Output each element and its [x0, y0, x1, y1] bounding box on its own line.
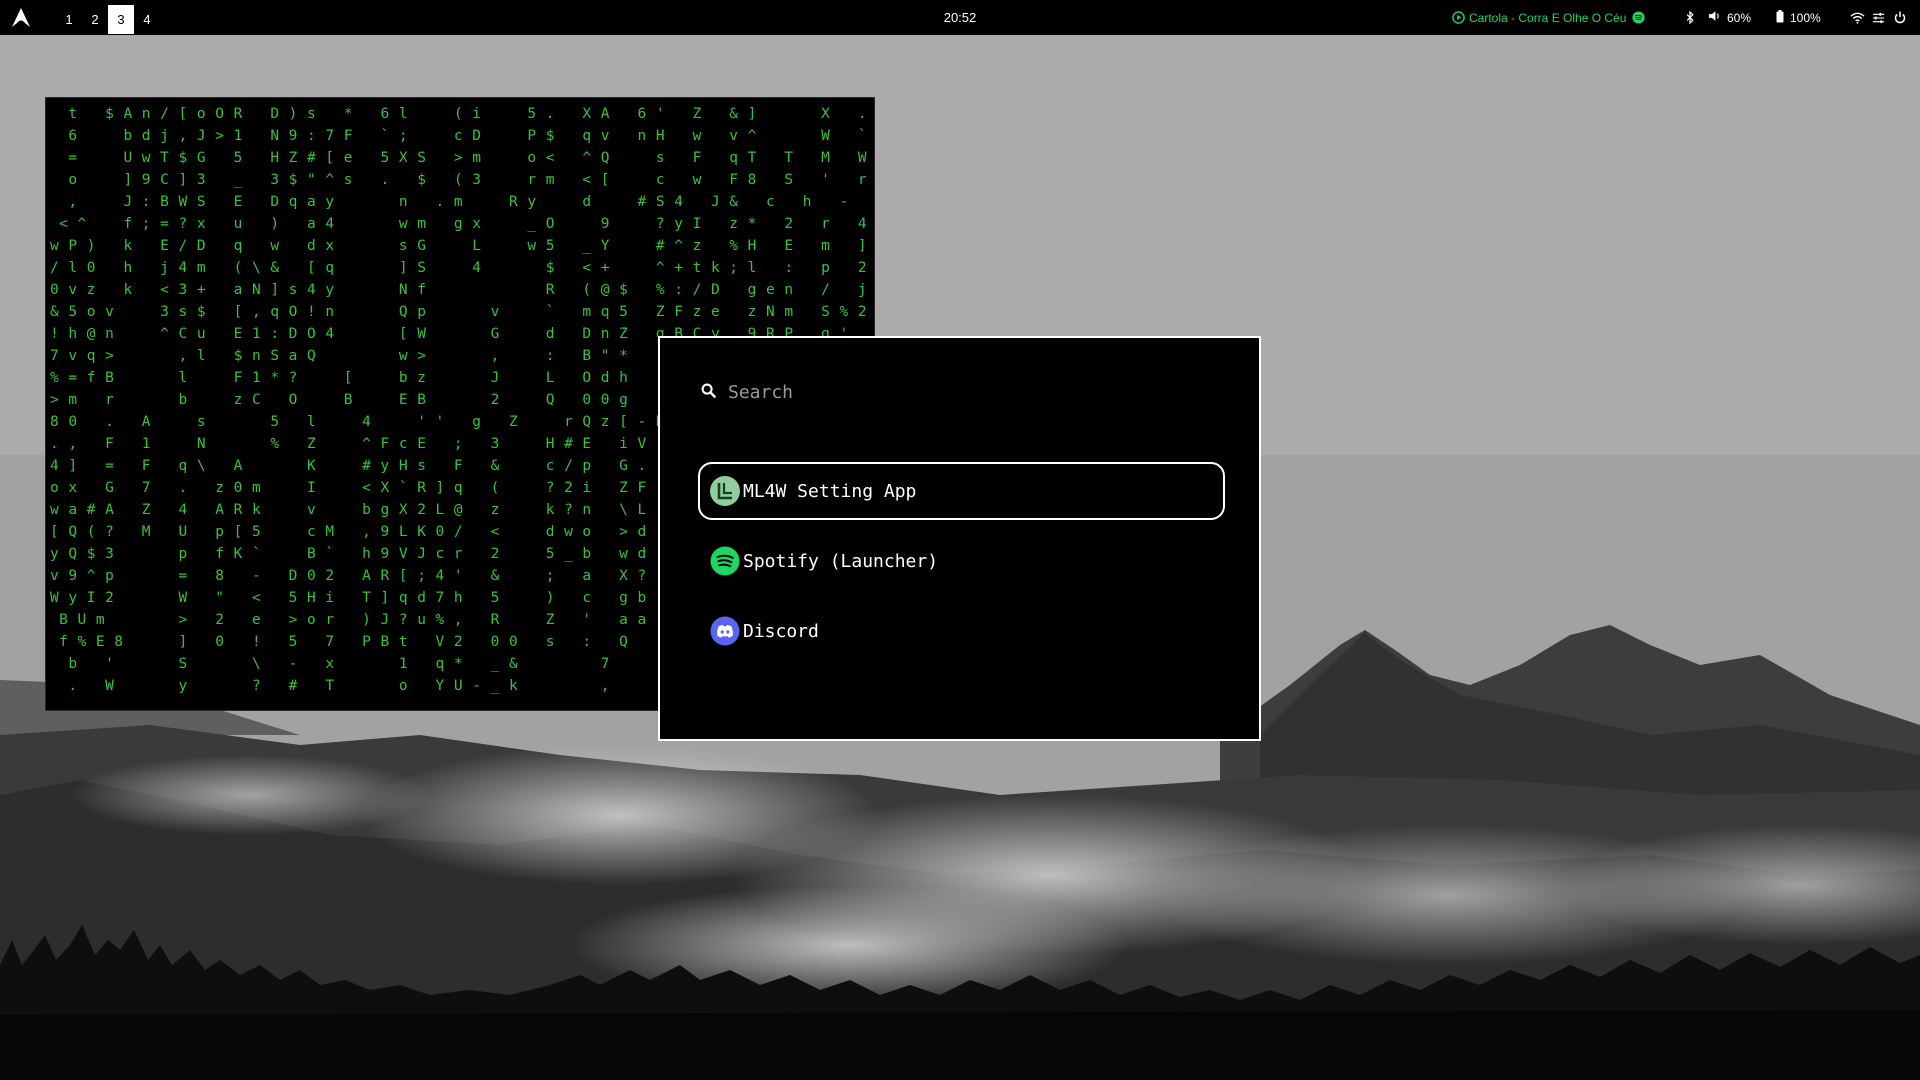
workspace-3[interactable]: 3 — [108, 5, 134, 34]
app-entry-spotify[interactable]: Spotify (Launcher) — [698, 532, 1225, 590]
app-list: ML4W Setting App Spotify (Launcher) Disc… — [698, 462, 1225, 672]
app-entry-discord[interactable]: Discord — [698, 602, 1225, 660]
spotify-icon — [710, 546, 740, 576]
media-title: Cartola - Corra E Olhe O Céu — [1469, 10, 1627, 25]
speaker-icon — [1708, 10, 1721, 25]
bluetooth-icon[interactable] — [1685, 0, 1695, 35]
terminal-line: / l 0 h j 4 m ( \ & [ q ] S 4 $ < + ^ + … — [50, 260, 867, 276]
discord-icon — [710, 616, 740, 646]
search-input[interactable] — [726, 380, 1190, 404]
wifi-icon[interactable] — [1850, 0, 1865, 35]
terminal-line: < ^ f ; = ? x u ) a 4 w m g x _ O 9 ? y … — [50, 216, 867, 232]
terminal-line: 0 v z k < 3 + a N ] s 4 y N f R ( @ $ % … — [50, 282, 867, 298]
clock[interactable]: 20:52 — [940, 0, 980, 35]
ml4w-settings-icon — [710, 476, 740, 506]
search-bar — [701, 380, 1190, 404]
workspace-switcher: 1 2 3 4 — [56, 5, 160, 34]
app-entry-label: Discord — [743, 620, 819, 642]
terminal-line: t $ A n / [ o O R D ) s * 6 l ( i 5 . X … — [50, 106, 867, 122]
power-icon[interactable] — [1894, 0, 1906, 35]
app-entry-label: ML4W Setting App — [743, 480, 917, 502]
volume-control[interactable]: 60% — [1708, 0, 1751, 35]
battery-icon — [1776, 9, 1784, 26]
media-player[interactable]: Cartola - Corra E Olhe O Céu — [1452, 0, 1645, 35]
spotify-icon — [1632, 11, 1645, 24]
search-icon — [701, 383, 716, 402]
arch-linux-icon[interactable] — [10, 7, 32, 29]
app-entry-ml4w-settings[interactable]: ML4W Setting App — [698, 462, 1225, 520]
workspace-4[interactable]: 4 — [134, 5, 160, 34]
top-bar: 1 2 3 4 20:52 Cartola - Corra E Olhe O C… — [0, 0, 1920, 35]
app-launcher: ML4W Setting App Spotify (Launcher) Disc… — [658, 336, 1261, 741]
terminal-line: , J : B W S E D q a y n . m R y d # S 4 … — [50, 194, 849, 210]
workspace-1[interactable]: 1 — [56, 5, 82, 34]
terminal-line: w P ) k E / D q w d x s G L w 5 _ Y # ^ … — [50, 238, 867, 254]
app-entry-label: Spotify (Launcher) — [743, 550, 939, 572]
battery-level: 100% — [1790, 10, 1821, 25]
terminal-line: o ] 9 C ] 3 _ 3 $ " ^ s . $ ( 3 r m < [ … — [50, 172, 867, 188]
terminal-line: & 5 o v 3 s $ [ , q O ! n Q p v ` m q 5 … — [50, 304, 867, 320]
volume-level: 60% — [1727, 10, 1752, 25]
terminal-line: 6 b d j , J > 1 N 9 : 7 F ` ; c D P $ q … — [50, 128, 867, 144]
workspace-2[interactable]: 2 — [82, 5, 108, 34]
battery-status[interactable]: 100% — [1776, 0, 1821, 35]
play-icon — [1452, 11, 1465, 24]
settings-sliders-icon[interactable] — [1872, 0, 1885, 35]
terminal-line: = U w T $ G 5 H Z # [ e 5 X S > m o < ^ … — [50, 150, 867, 166]
